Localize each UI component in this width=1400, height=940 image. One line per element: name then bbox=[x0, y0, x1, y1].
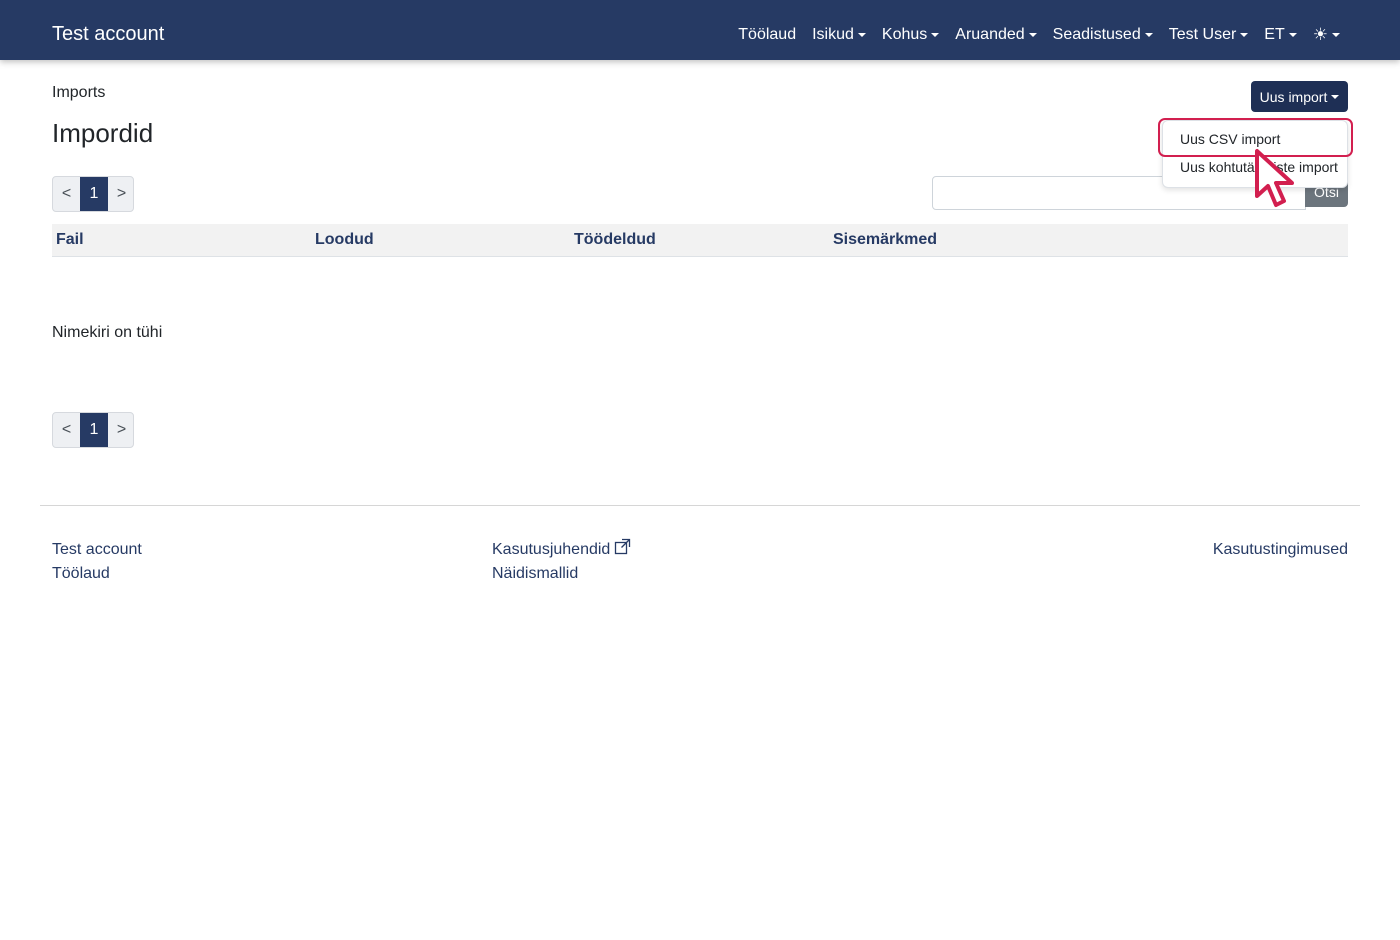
next-page-button[interactable]: > bbox=[108, 177, 133, 211]
pagination-top: < 1 > bbox=[52, 176, 134, 212]
caret-down-icon bbox=[1028, 33, 1037, 37]
page-title: Impordid bbox=[52, 118, 154, 148]
nav-item-label: Töölaud bbox=[738, 26, 797, 43]
caret-down-icon bbox=[1144, 33, 1153, 37]
nav-item-seadistused[interactable]: Seadistused bbox=[1053, 25, 1153, 45]
prev-page-button[interactable]: < bbox=[53, 177, 80, 211]
footer-link-terms[interactable]: Kasutustingimused bbox=[1213, 541, 1348, 559]
column-header-toodeldud[interactable]: Töödeldud bbox=[574, 232, 656, 248]
footer-link-templates[interactable]: Näidismallid bbox=[492, 565, 578, 583]
caret-down-icon bbox=[1240, 33, 1249, 37]
column-header-loodud[interactable]: Loodud bbox=[315, 232, 374, 248]
nav-item-aruanded[interactable]: Aruanded bbox=[955, 25, 1037, 45]
column-header-sisemarkmed[interactable]: Sisemärkmed bbox=[833, 232, 937, 248]
new-import-button[interactable]: Uus import bbox=[1251, 81, 1348, 112]
nav-item-language[interactable]: ET bbox=[1264, 25, 1297, 45]
prev-page-button[interactable]: < bbox=[53, 413, 80, 447]
nav-item-user-menu[interactable]: Test User bbox=[1169, 25, 1249, 45]
menu-item-csv-import[interactable]: Uus CSV import bbox=[1180, 131, 1280, 147]
column-header-fail[interactable]: Fail bbox=[56, 232, 84, 248]
next-page-button[interactable]: > bbox=[108, 413, 133, 447]
nav-item-label: Aruanded bbox=[955, 26, 1025, 43]
nav-item-label: Test User bbox=[1168, 26, 1237, 43]
footer-link-guides-label: Kasutusjuhendid bbox=[492, 541, 611, 558]
caret-down-icon bbox=[857, 33, 866, 37]
nav-item-kohus[interactable]: Kohus bbox=[881, 25, 940, 45]
empty-list-message: Nimekiri on tühi bbox=[52, 324, 163, 341]
caret-down-icon bbox=[931, 33, 940, 37]
current-page-button[interactable]: 1 bbox=[80, 177, 108, 211]
mouse-pointer-icon bbox=[1255, 149, 1294, 207]
external-link-icon bbox=[615, 538, 631, 555]
footer-link-toolaud[interactable]: Töölaud bbox=[52, 565, 110, 583]
nav-item-label: Isikud bbox=[812, 26, 854, 43]
nav-item-label: Seadistused bbox=[1052, 26, 1141, 43]
brand-link[interactable]: Test account bbox=[52, 22, 164, 46]
nav-item-label: ET bbox=[1264, 26, 1285, 43]
footer-link-guides[interactable]: Kasutusjuhendid bbox=[492, 538, 631, 559]
current-page-button[interactable]: 1 bbox=[80, 413, 108, 447]
breadcrumb: Imports bbox=[52, 84, 106, 101]
nav-menu: Töölaud Isikud Kohus Aruanded Seadistuse… bbox=[738, 25, 1340, 45]
nav-item-isikud[interactable]: Isikud bbox=[812, 25, 866, 45]
nav-item-label: Kohus bbox=[881, 26, 928, 43]
footer-link-account[interactable]: Test account bbox=[52, 541, 142, 559]
caret-down-icon bbox=[1332, 33, 1340, 37]
theme-toggle[interactable]: ☀ bbox=[1313, 25, 1340, 45]
sun-icon: ☀ bbox=[1312, 25, 1328, 44]
footer-divider bbox=[40, 505, 1360, 506]
caret-down-icon bbox=[1288, 33, 1297, 37]
caret-down-icon bbox=[1331, 94, 1340, 99]
pagination-bottom: < 1 > bbox=[52, 412, 134, 448]
new-import-label: Uus import bbox=[1259, 88, 1328, 105]
table-header: Fail Loodud Töödeldud Sisemärkmed bbox=[52, 224, 1348, 257]
nav-item-toolaud[interactable]: Töölaud bbox=[738, 25, 796, 45]
top-navbar: Test account Töölaud Isikud Kohus Aruand… bbox=[0, 0, 1400, 60]
